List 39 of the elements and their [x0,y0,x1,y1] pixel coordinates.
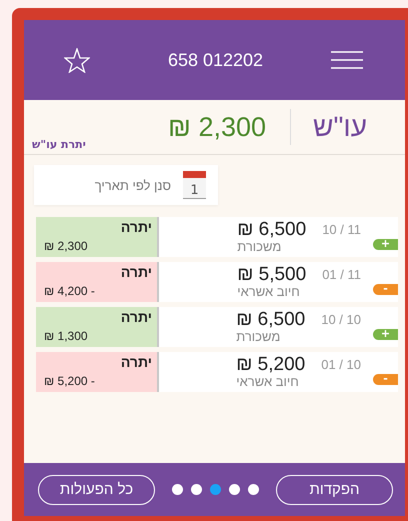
sign-badge: + [373,239,398,250]
page-dot[interactable] [191,484,202,495]
transaction-amount: ₪ 5,500 [237,265,306,285]
account-number: 658 012202 [168,50,264,70]
page-dot[interactable] [210,484,221,495]
balance-label: יתרה [120,219,152,235]
transaction-date: 10 / 10 [321,311,361,329]
balance-amount: ₪ 2,300 [168,112,266,142]
page-dot[interactable] [248,484,259,495]
filter-label: סנן לפי תאריך [94,178,171,192]
running-balance: ₪ 2,300 [44,239,89,253]
balance-label: יתרה [120,309,152,325]
transaction-description: משכורת [237,240,282,254]
sign-badge: - [373,374,398,385]
balance-label: יתרה [120,264,152,280]
calendar-icon: 1 [183,171,206,199]
transaction-date: 01 / 11 [322,266,361,284]
sign-badge: + [373,329,398,340]
transaction-description: משכורת [236,330,280,344]
page-dot[interactable] [229,484,240,495]
balance-label: יתרת עו"ש [32,138,86,151]
all-actions-button[interactable]: כל הפעולות [38,474,155,504]
transaction-amount: ₪ 5,200 [236,355,306,375]
deposits-button[interactable]: הפקדות [276,474,393,504]
transaction-date: 10 / 11 [322,221,361,239]
page-dot[interactable] [172,484,183,495]
transaction-amount: ₪ 6,500 [237,220,306,240]
transaction-description: חיוב אשראי [237,285,300,299]
sign-badge: - [373,284,398,295]
balance-label: יתרה [120,354,152,370]
running-balance: ₪ 4,200 - [44,284,96,298]
star-icon[interactable] [64,48,90,72]
transaction-description: חיוב אשראי [236,375,299,389]
transaction-amount: ₪ 6,500 [236,310,306,330]
transaction-date: 01 / 10 [321,356,361,374]
menu-icon[interactable] [331,51,363,69]
account-type: עו"ש [313,111,367,143]
running-balance: ₪ 1,300 [44,329,89,343]
running-balance: ₪ 5,200 - [44,374,96,388]
